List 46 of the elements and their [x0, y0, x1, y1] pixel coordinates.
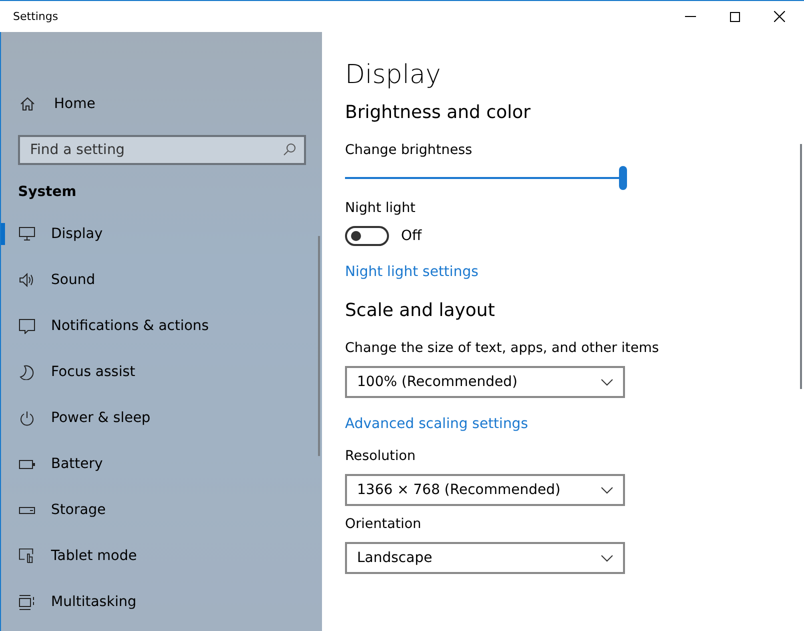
orientation-label: Orientation [345, 516, 422, 534]
section-heading: System [17, 184, 78, 202]
sidebar-item[interactable]: Focus assist [1, 349, 322, 395]
toggle-switch[interactable] [345, 226, 389, 246]
speech-bubble-icon [19, 318, 35, 334]
scrollbar[interactable] [800, 144, 802, 389]
toggle-state: Off [401, 228, 422, 244]
scrollbar[interactable] [318, 236, 320, 456]
sidebar-item[interactable]: Tablet mode [1, 533, 322, 579]
close-icon[interactable] [774, 11, 785, 22]
home-link[interactable]: Home [1, 93, 322, 115]
sidebar-item[interactable]: Sound [1, 257, 322, 303]
sidebar-item[interactable]: Power & sleep [1, 395, 322, 441]
resolution-dropdown[interactable]: 1366 × 768 (Recommended) [345, 474, 625, 506]
battery-icon [19, 460, 35, 468]
moon-icon [19, 364, 35, 380]
power-icon [19, 410, 35, 426]
search-icon [283, 143, 296, 156]
night-light-settings-link[interactable]: Night light settings [345, 264, 478, 280]
advanced-scaling-link[interactable]: Advanced scaling settings [345, 416, 528, 432]
monitor-icon [19, 227, 35, 241]
section-heading: Scale and layout [345, 300, 496, 323]
chevron-down-icon [601, 554, 613, 562]
window-title: Settings [13, 10, 58, 23]
sidebar-item[interactable]: Display [1, 211, 322, 257]
maximize-icon[interactable] [730, 12, 740, 22]
chevron-down-icon [601, 486, 613, 494]
sidebar-item[interactable]: Storage [1, 487, 322, 533]
home-icon [20, 97, 35, 111]
orientation-dropdown[interactable]: Landscape [345, 542, 625, 574]
drive-icon [19, 506, 35, 514]
tablet-touch-icon [19, 548, 35, 564]
sidebar-item[interactable]: Battery [1, 441, 322, 487]
brightness-label: Change brightness [345, 142, 474, 160]
chevron-down-icon [601, 378, 613, 386]
night-light-label: Night light [345, 200, 416, 218]
section-heading: Brightness and color [345, 102, 532, 125]
scale-dropdown[interactable]: 100% (Recommended) [345, 366, 625, 398]
speaker-icon [19, 273, 35, 287]
page-title: Display [345, 60, 442, 92]
sidebar-item[interactable]: Notifications & actions [1, 303, 322, 349]
sidebar-item[interactable]: Multitasking [1, 579, 322, 625]
size-label: Change the size of text, apps, and other items [345, 340, 660, 358]
search-field[interactable]: Find a setting [18, 135, 306, 165]
multitask-icon [19, 594, 35, 610]
resolution-label: Resolution [345, 448, 417, 466]
